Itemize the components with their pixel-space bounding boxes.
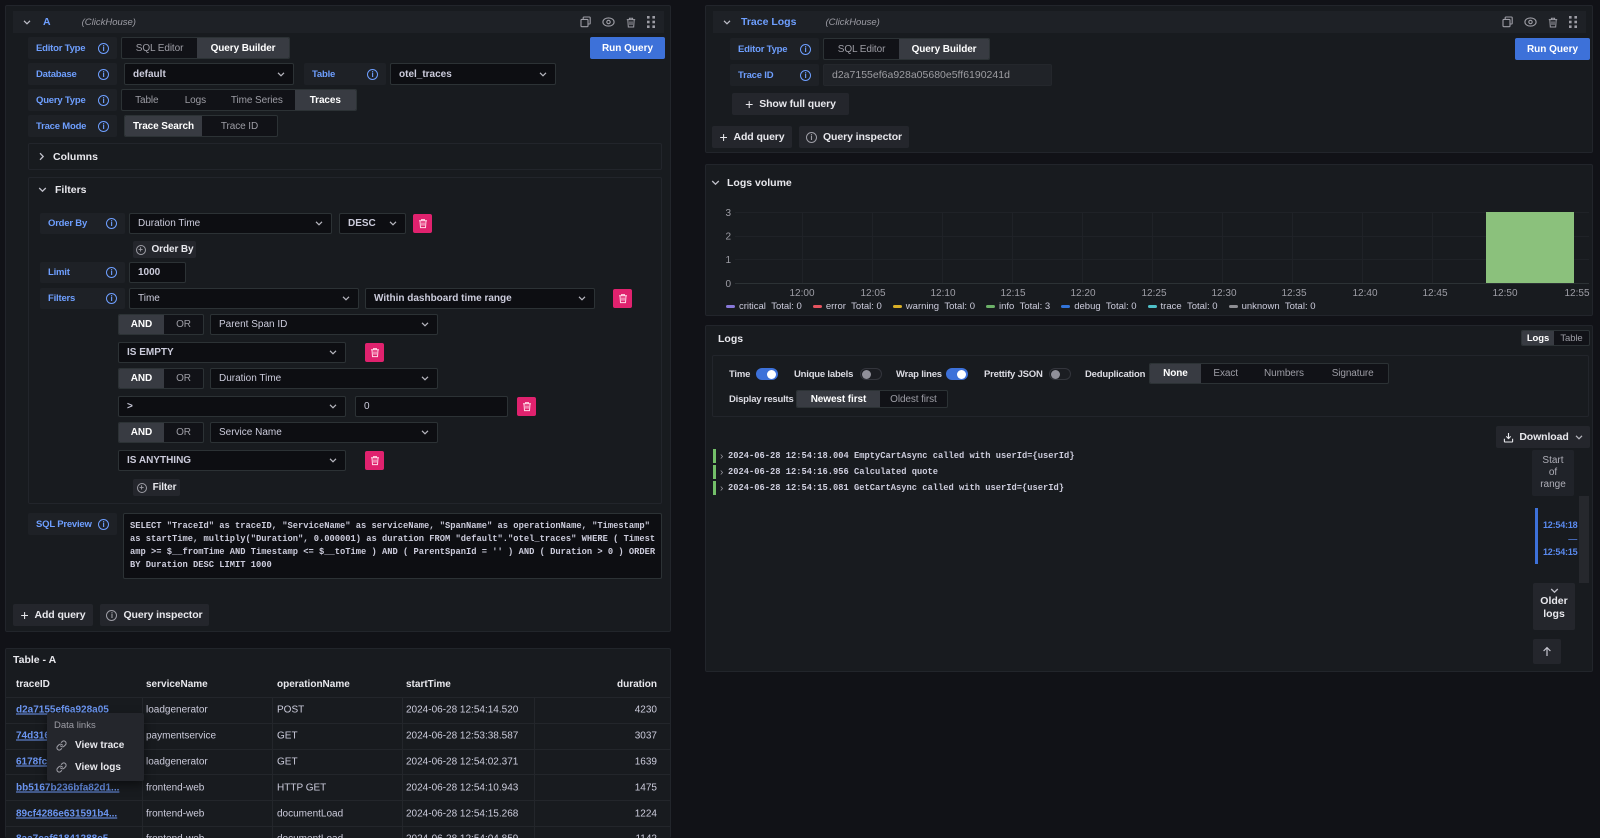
svg-text:12:40: 12:40 [1352, 288, 1377, 299]
svg-text:3: 3 [725, 208, 731, 219]
svg-text:12:05: 12:05 [860, 288, 885, 299]
svg-text:0: 0 [725, 279, 731, 290]
svg-text:12:00: 12:00 [789, 288, 814, 299]
svg-text:12:35: 12:35 [1281, 288, 1306, 299]
svg-text:1: 1 [725, 255, 731, 266]
svg-text:12:25: 12:25 [1141, 288, 1166, 299]
svg-text:12:45: 12:45 [1422, 288, 1447, 299]
svg-text:12:50: 12:50 [1492, 288, 1517, 299]
svg-text:2: 2 [725, 232, 731, 243]
svg-text:12:20: 12:20 [1070, 288, 1095, 299]
svg-text:12:55: 12:55 [1564, 288, 1589, 299]
svg-text:12:10: 12:10 [930, 288, 955, 299]
svg-text:12:15: 12:15 [1000, 288, 1025, 299]
svg-text:12:30: 12:30 [1211, 288, 1236, 299]
